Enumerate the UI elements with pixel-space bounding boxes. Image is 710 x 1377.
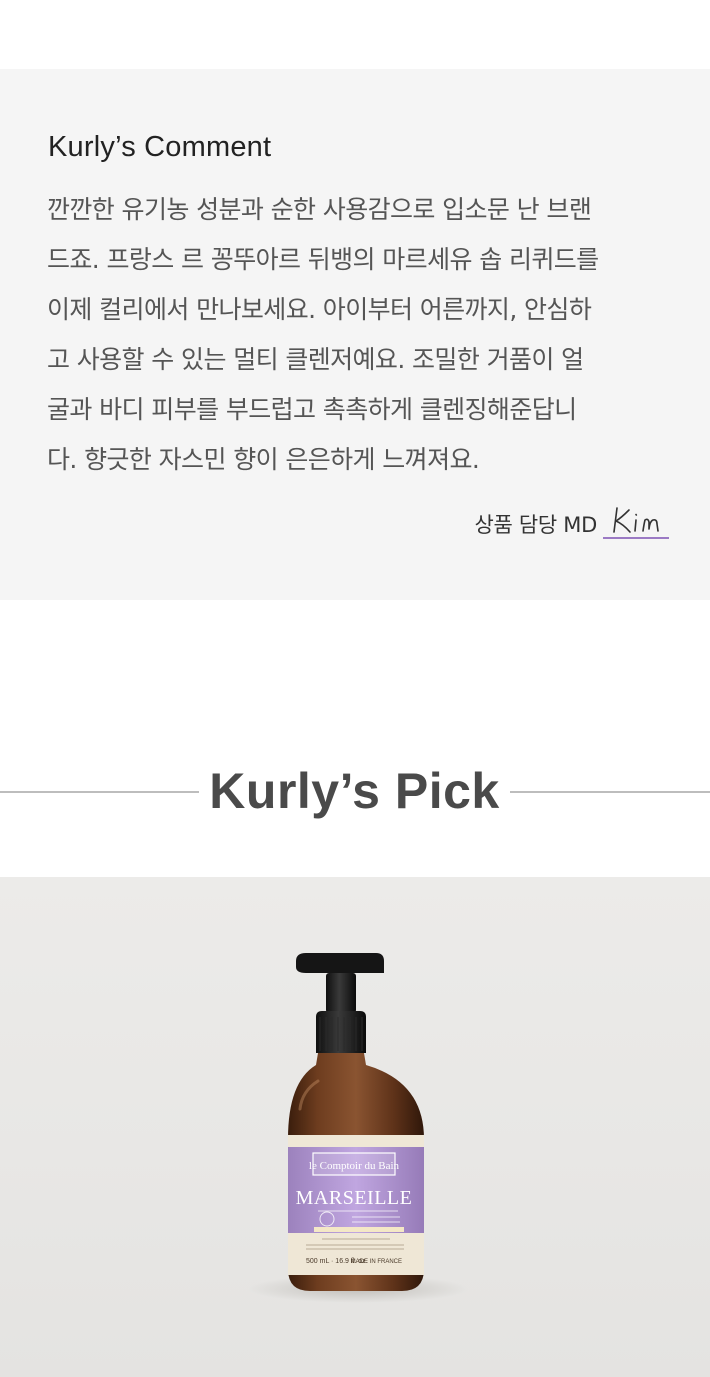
bottle-brand-text: le Comptoir du Bain (309, 1160, 400, 1172)
comment-line: 깐깐한 유기농 성분과 순한 사용감으로 입소문 난 브랜 (47, 195, 592, 224)
comment-line: 굴과 바디 피부를 부드럽고 촉촉하게 클렌징해준답니 (47, 395, 577, 424)
comment-line: 다. 향긋한 자스민 향이 은은하게 느껴져요. (47, 445, 480, 474)
md-label: 상품 담당 MD (474, 513, 597, 537)
comment-line: 드죠. 프랑스 르 꽁뚜아르 뒤뱅의 마르세유 솝 리퀴드를 (47, 245, 599, 274)
comment-line: 이제 컬리에서 만나보세요. 아이부터 어른까지, 안심하 (47, 295, 592, 324)
divider-left (0, 791, 199, 793)
comment-title: Kurly’s Comment (48, 131, 272, 163)
kurly-pick-header: Kurly’s Pick (0, 760, 710, 824)
comment-body: 깐깐한 유기농 성분과 순한 사용감으로 입소문 난 브랜 드죠. 프랑스 르 … (47, 185, 672, 485)
soap-bottle-illustration: le Comptoir du Bain MARSEILLE 500 mL · 1… (248, 953, 468, 1303)
md-signature-block: 상품 담당 MD (474, 500, 669, 542)
md-signature (603, 500, 669, 542)
divider-right (510, 791, 710, 793)
pick-title: Kurly’s Pick (209, 763, 500, 819)
signature-handwriting (603, 507, 669, 539)
bottle-product-name: MARSEILLE (296, 1187, 413, 1209)
bottle-origin-text: MADE IN FRANCE (351, 1259, 402, 1265)
comment-line: 고 사용할 수 있는 멀티 클렌저예요. 조밀한 거품이 얼 (47, 345, 584, 374)
product-image: le Comptoir du Bain MARSEILLE 500 mL · 1… (0, 877, 710, 1377)
